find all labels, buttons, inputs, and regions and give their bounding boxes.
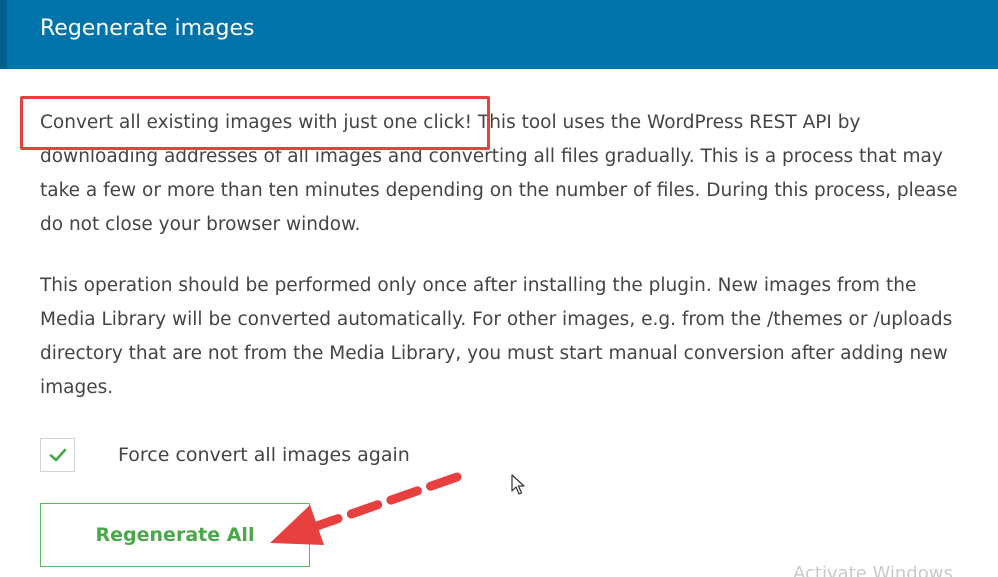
checkmark-icon — [49, 448, 66, 462]
panel-header: Regenerate images — [0, 0, 998, 69]
activate-windows-watermark: Activate Windows — [793, 563, 953, 577]
mouse-pointer-icon — [511, 474, 525, 495]
force-convert-checkbox[interactable] — [40, 438, 75, 472]
description-section: Convert all existing images with just on… — [40, 106, 975, 405]
description-paragraph-2: This operation should be performed only … — [40, 275, 953, 398]
dashed-arrow-icon — [270, 472, 462, 545]
description-paragraph-1: Convert all existing images with just on… — [40, 112, 958, 235]
panel-title: Regenerate images — [40, 16, 255, 41]
regenerate-images-panel: Regenerate images Convert all existing i… — [0, 0, 998, 577]
